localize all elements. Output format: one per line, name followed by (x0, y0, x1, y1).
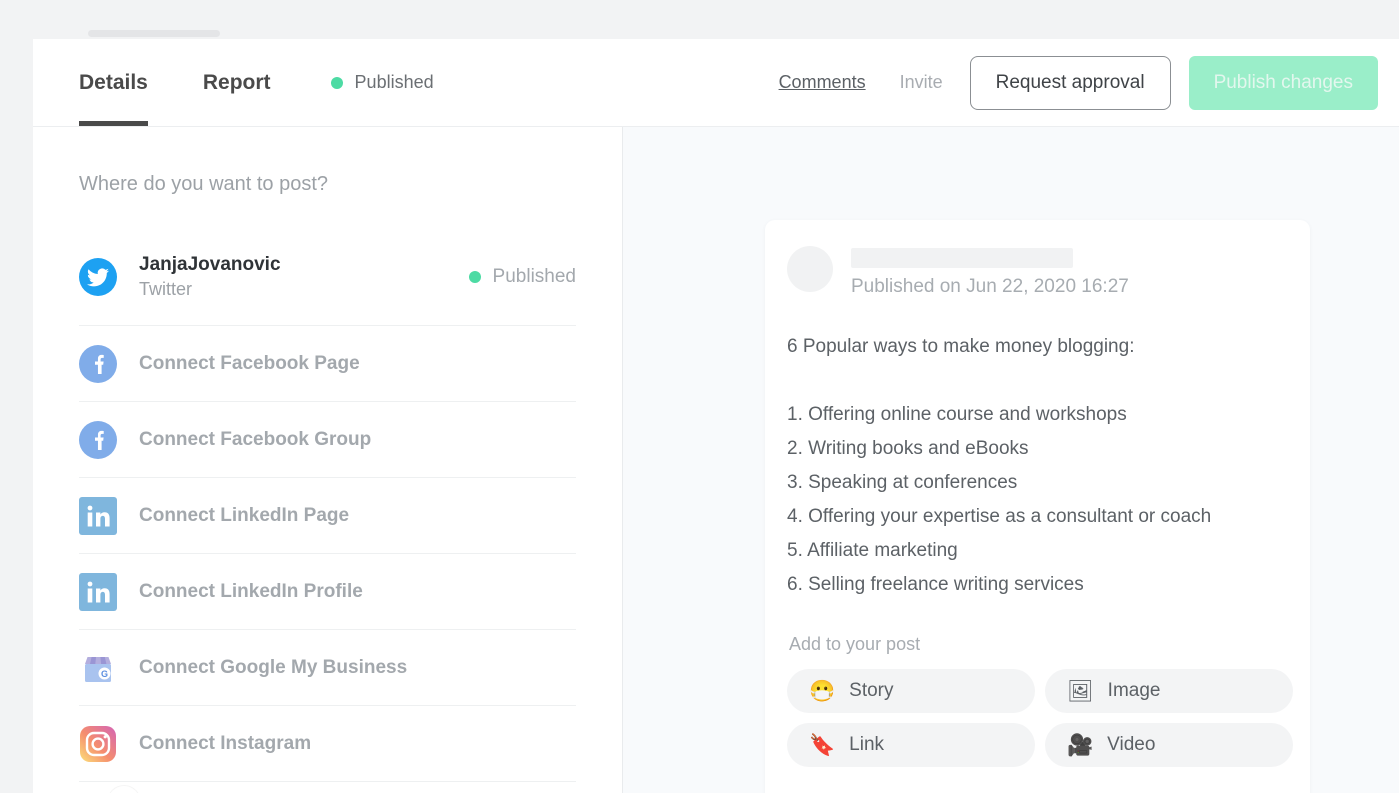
published-timestamp: Published on Jun 22, 2020 16:27 (851, 276, 1129, 297)
account-name: JanjaJovanovic (139, 253, 281, 275)
comments-link[interactable]: Comments (779, 72, 866, 93)
publish-changes-button[interactable]: Publish changes (1188, 55, 1378, 110)
request-approval-button[interactable]: Request approval (969, 55, 1171, 110)
tab-details-label: Details (79, 70, 148, 94)
list-item: 5. Affiliate marketing (787, 540, 958, 561)
tab-report[interactable]: Report (203, 39, 271, 126)
linkedin-icon (79, 572, 117, 611)
video-icon: 🎥 (1067, 733, 1094, 757)
status-dot-icon (330, 76, 343, 89)
post-preview-pane: Published on Jun 22, 2020 16:27 6 Popula… (623, 127, 1399, 793)
connect-label: Connect Facebook Group (139, 428, 372, 450)
horizontal-scrollbar-thumb[interactable] (88, 30, 220, 37)
author-name-placeholder (851, 248, 1073, 268)
post-status-label: Published (354, 72, 434, 92)
list-item: 6. Selling freelance writing services (787, 574, 1084, 595)
account-network: Twitter (139, 278, 193, 299)
avatar (787, 246, 833, 292)
app-window: Details Report Published Comments Invite… (33, 39, 1399, 793)
status-dot-icon (468, 270, 481, 283)
linkedin-icon-svg (79, 572, 117, 611)
instagram-icon (79, 725, 117, 763)
sidebar-title: Where do you want to post? (79, 173, 329, 195)
facebook-icon-svg (79, 420, 117, 459)
svg-text:G: G (101, 669, 108, 679)
post-status-badge: Published (330, 72, 434, 93)
window-left-gutter (0, 0, 33, 793)
post-author-header: Published on Jun 22, 2020 16:27 (787, 246, 1288, 298)
connect-row-facebook-group[interactable]: Connect Facebook Group (79, 402, 576, 478)
header-actions: Comments Invite Request approval Publish… (779, 55, 1399, 110)
image-icon: 🖼 (1067, 679, 1094, 703)
post-lead-text: 6 Popular ways to make money blogging: (787, 336, 1135, 357)
account-row-twitter[interactable]: JanjaJovanovic Twitter Published (79, 228, 576, 326)
facebook-icon (79, 344, 117, 383)
add-to-post-buttons: 😷 Story 🖼 Image 🔖 Link 🎥 Video (787, 669, 1293, 767)
accounts-sidebar: Where do you want to post? JanjaJovanovi… (33, 127, 623, 793)
connect-row-linkedin-page[interactable]: Connect LinkedIn Page (79, 478, 576, 554)
post-preview-card: Published on Jun 22, 2020 16:27 6 Popula… (765, 220, 1310, 793)
link-icon: 🔖 (809, 733, 836, 757)
facebook-icon (79, 420, 117, 459)
connect-label: Connect Instagram (139, 732, 312, 754)
linkedin-icon-svg (79, 496, 117, 535)
app-header: Details Report Published Comments Invite… (33, 39, 1399, 127)
list-item: 2. Writing books and eBooks (787, 438, 1029, 459)
tab-report-label: Report (202, 70, 271, 94)
add-to-post-label: Add to your post (789, 634, 921, 654)
add-story-button[interactable]: 😷 Story (787, 669, 1035, 713)
twitter-icon (79, 257, 117, 296)
facebook-icon-svg (79, 344, 117, 383)
post-body: 6 Popular ways to make money blogging: 1… (787, 330, 1288, 602)
horizontal-scrollbar-track[interactable] (40, 14, 1399, 37)
add-link-button[interactable]: 🔖 Link (787, 723, 1035, 767)
connect-row-linkedin-profile[interactable]: Connect LinkedIn Profile (79, 554, 576, 630)
twitter-icon-svg (79, 257, 117, 296)
connect-label: Connect Google My Business (139, 656, 408, 678)
account-status-label: Published (492, 265, 576, 287)
list-item: 3. Speaking at conferences (787, 472, 1018, 493)
add-image-button[interactable]: 🖼 Image (1045, 669, 1293, 713)
connect-label: Connect LinkedIn Profile (139, 580, 363, 602)
list-item: 4. Offering your expertise as a consulta… (787, 506, 1212, 527)
google-my-business-icon-svg: G (85, 656, 111, 682)
connect-label: Connect Facebook Page (139, 352, 360, 374)
page-root: Details Report Published Comments Invite… (0, 0, 1399, 793)
connect-label: Connect LinkedIn Page (139, 504, 350, 526)
post-author-text: Published on Jun 22, 2020 16:27 (851, 246, 1129, 298)
invite-link[interactable]: Invite (900, 72, 943, 93)
list-item: 1. Offering online course and workshops (787, 404, 1127, 425)
tab-details[interactable]: Details (79, 39, 148, 126)
header-tabs: Details Report Published (33, 39, 434, 126)
story-icon: 😷 (809, 679, 836, 703)
account-status-badge: Published (468, 265, 576, 288)
add-video-button[interactable]: 🎥 Video (1045, 723, 1293, 767)
linkedin-icon (79, 496, 117, 535)
connect-row-next-partial[interactable] (79, 782, 576, 793)
instagram-icon-svg (80, 725, 116, 762)
connect-row-google-my-business[interactable]: G Connect Google My Business (79, 630, 576, 706)
add-story-label: Story (849, 680, 894, 701)
account-text: JanjaJovanovic Twitter (139, 254, 281, 300)
post-list: 1. Offering online course and workshops … (787, 398, 1288, 602)
app-body: Where do you want to post? JanjaJovanovi… (33, 127, 1399, 793)
connect-row-facebook-page[interactable]: Connect Facebook Page (79, 326, 576, 402)
add-image-label: Image (1107, 680, 1161, 701)
add-video-label: Video (1107, 734, 1156, 755)
connect-row-instagram[interactable]: Connect Instagram (79, 706, 576, 782)
add-link-label: Link (849, 734, 885, 755)
google-my-business-icon: G (79, 649, 117, 687)
